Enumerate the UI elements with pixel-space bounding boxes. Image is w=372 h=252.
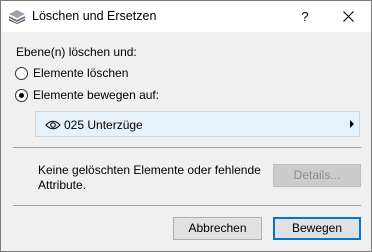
section-label: Ebene(n) löschen und: [16, 45, 137, 59]
radio-label: Elemente bewegen auf: [33, 88, 160, 102]
radio-button[interactable] [15, 89, 28, 102]
help-label: ? [301, 9, 309, 24]
radio-selected-dot [19, 93, 24, 98]
target-layer-select[interactable]: 025 Unterzüge [35, 111, 360, 137]
help-button[interactable]: ? [285, 1, 325, 32]
app-icon [9, 10, 25, 24]
arrow-right-icon [350, 120, 354, 128]
divider [13, 205, 361, 206]
radio-label: Elemente löschen [33, 66, 129, 80]
cancel-button[interactable]: Abbrechen [173, 217, 262, 240]
close-icon [343, 11, 354, 22]
radio-button[interactable] [15, 67, 28, 80]
delete-replace-dialog: Löschen und Ersetzen ? Ebene(n) löschen … [0, 0, 372, 252]
target-layer-value: 025 Unterzüge [64, 118, 143, 132]
title-bar[interactable]: Löschen und Ersetzen ? [1, 1, 371, 32]
eye-icon [45, 119, 61, 133]
move-button[interactable]: Bewegen [273, 217, 361, 240]
status-message: Keine gelöschten Elemente oder fehlende … [38, 163, 261, 192]
window-title: Löschen und Ersetzen [32, 9, 157, 23]
close-button[interactable] [327, 1, 371, 32]
details-button[interactable]: Details... [273, 164, 361, 187]
divider [13, 147, 361, 148]
